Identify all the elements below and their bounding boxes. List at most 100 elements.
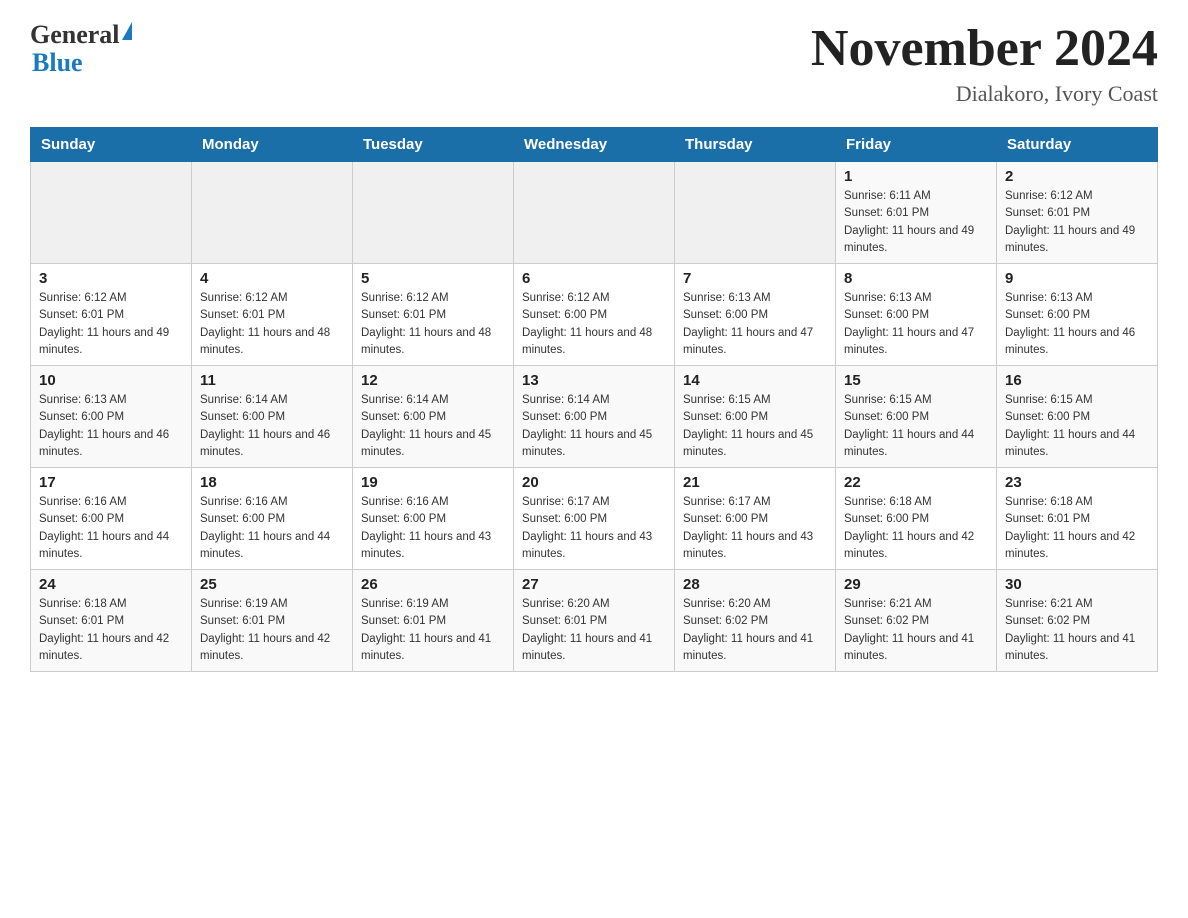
day-number: 2	[1005, 168, 1149, 185]
calendar-cell: 6Sunrise: 6:12 AM Sunset: 6:00 PM Daylig…	[514, 264, 675, 366]
day-info: Sunrise: 6:16 AM Sunset: 6:00 PM Dayligh…	[200, 494, 344, 563]
col-friday: Friday	[836, 128, 997, 162]
day-number: 5	[361, 270, 505, 287]
day-info: Sunrise: 6:12 AM Sunset: 6:01 PM Dayligh…	[200, 290, 344, 359]
col-monday: Monday	[192, 128, 353, 162]
calendar-cell: 11Sunrise: 6:14 AM Sunset: 6:00 PM Dayli…	[192, 366, 353, 468]
day-info: Sunrise: 6:19 AM Sunset: 6:01 PM Dayligh…	[200, 596, 344, 665]
day-number: 1	[844, 168, 988, 185]
calendar-cell: 23 Sunrise: 6:18 AM Sunset: 6:01 PM Dayli…	[997, 468, 1158, 570]
calendar-cell	[192, 162, 353, 264]
calendar-cell: 22 Sunrise: 6:18 AM Sunset: 6:00 PM Dayli…	[836, 468, 997, 570]
calendar-row: 17Sunrise: 6:16 AM Sunset: 6:00 PM Dayli…	[31, 468, 1158, 570]
calendar-cell: 10Sunrise: 6:13 AM Sunset: 6:00 PM Dayli…	[31, 366, 192, 468]
col-wednesday: Wednesday	[514, 128, 675, 162]
calendar-cell: 25 Sunrise: 6:19 AM Sunset: 6:01 PM Dayli…	[192, 570, 353, 672]
day-number: 13	[522, 372, 666, 389]
day-number: 22	[844, 474, 988, 491]
calendar-cell: 8Sunrise: 6:13 AM Sunset: 6:00 PM Daylig…	[836, 264, 997, 366]
header-row: Sunday Monday Tuesday Wednesday Thursday…	[31, 128, 1158, 162]
day-number: 11	[200, 372, 344, 389]
calendar-cell	[353, 162, 514, 264]
day-info: Sunrise: 6:19 AM Sunset: 6:01 PM Dayligh…	[361, 596, 505, 665]
day-number: 8	[844, 270, 988, 287]
calendar-cell: 28 Sunrise: 6:20 AM Sunset: 6:02 PM Dayli…	[675, 570, 836, 672]
day-number: 26	[361, 576, 505, 593]
day-info: Sunrise: 6:12 AM Sunset: 6:01 PM Dayligh…	[361, 290, 505, 359]
day-info: Sunrise: 6:20 AM Sunset: 6:02 PM Dayligh…	[683, 596, 827, 665]
day-number: 14	[683, 372, 827, 389]
day-number: 18	[200, 474, 344, 491]
day-info: Sunrise: 6:15 AM Sunset: 6:00 PM Dayligh…	[844, 392, 988, 461]
col-thursday: Thursday	[675, 128, 836, 162]
calendar-cell: 9 Sunrise: 6:13 AM Sunset: 6:00 PM Daylig…	[997, 264, 1158, 366]
day-number: 27	[522, 576, 666, 593]
day-info: Sunrise: 6:15 AM Sunset: 6:00 PM Dayligh…	[1005, 392, 1149, 461]
day-info: Sunrise: 6:18 AM Sunset: 6:01 PM Dayligh…	[1005, 494, 1149, 563]
col-tuesday: Tuesday	[353, 128, 514, 162]
day-info: Sunrise: 6:16 AM Sunset: 6:00 PM Dayligh…	[361, 494, 505, 563]
day-info: Sunrise: 6:18 AM Sunset: 6:01 PM Dayligh…	[39, 596, 183, 665]
day-number: 9	[1005, 270, 1149, 287]
day-info: Sunrise: 6:12 AM Sunset: 6:01 PM Dayligh…	[1005, 188, 1149, 257]
calendar-row: 3 Sunrise: 6:12 AM Sunset: 6:01 PM Daylig…	[31, 264, 1158, 366]
calendar-cell: 24Sunrise: 6:18 AM Sunset: 6:01 PM Dayli…	[31, 570, 192, 672]
day-number: 10	[39, 372, 183, 389]
day-number: 6	[522, 270, 666, 287]
day-info: Sunrise: 6:16 AM Sunset: 6:00 PM Dayligh…	[39, 494, 183, 563]
calendar-cell: 5 Sunrise: 6:12 AM Sunset: 6:01 PM Daylig…	[353, 264, 514, 366]
calendar-cell: 17Sunrise: 6:16 AM Sunset: 6:00 PM Dayli…	[31, 468, 192, 570]
day-info: Sunrise: 6:21 AM Sunset: 6:02 PM Dayligh…	[844, 596, 988, 665]
calendar-row: 1 Sunrise: 6:11 AM Sunset: 6:01 PM Daylig…	[31, 162, 1158, 264]
logo-blue-text: Blue	[32, 50, 83, 76]
day-info: Sunrise: 6:14 AM Sunset: 6:00 PM Dayligh…	[361, 392, 505, 461]
calendar-cell: 13 Sunrise: 6:14 AM Sunset: 6:00 PM Dayli…	[514, 366, 675, 468]
logo: General Blue	[30, 20, 132, 76]
day-info: Sunrise: 6:12 AM Sunset: 6:01 PM Dayligh…	[39, 290, 183, 359]
day-info: Sunrise: 6:20 AM Sunset: 6:01 PM Dayligh…	[522, 596, 666, 665]
calendar-cell: 26 Sunrise: 6:19 AM Sunset: 6:01 PM Dayli…	[353, 570, 514, 672]
calendar-cell: 18 Sunrise: 6:16 AM Sunset: 6:00 PM Dayli…	[192, 468, 353, 570]
calendar-row: 10Sunrise: 6:13 AM Sunset: 6:00 PM Dayli…	[31, 366, 1158, 468]
day-number: 12	[361, 372, 505, 389]
day-info: Sunrise: 6:13 AM Sunset: 6:00 PM Dayligh…	[683, 290, 827, 359]
calendar-cell: 4 Sunrise: 6:12 AM Sunset: 6:01 PM Daylig…	[192, 264, 353, 366]
day-info: Sunrise: 6:13 AM Sunset: 6:00 PM Dayligh…	[1005, 290, 1149, 359]
day-number: 7	[683, 270, 827, 287]
calendar-cell: 16Sunrise: 6:15 AM Sunset: 6:00 PM Dayli…	[997, 366, 1158, 468]
day-info: Sunrise: 6:15 AM Sunset: 6:00 PM Dayligh…	[683, 392, 827, 461]
day-info: Sunrise: 6:21 AM Sunset: 6:02 PM Dayligh…	[1005, 596, 1149, 665]
day-info: Sunrise: 6:18 AM Sunset: 6:00 PM Dayligh…	[844, 494, 988, 563]
calendar-cell: 2 Sunrise: 6:12 AM Sunset: 6:01 PM Daylig…	[997, 162, 1158, 264]
calendar-cell: 19 Sunrise: 6:16 AM Sunset: 6:00 PM Dayli…	[353, 468, 514, 570]
col-saturday: Saturday	[997, 128, 1158, 162]
calendar-cell: 21 Sunrise: 6:17 AM Sunset: 6:00 PM Dayli…	[675, 468, 836, 570]
page-header: General Blue November 2024 Dialakoro, Iv…	[30, 20, 1158, 107]
day-number: 21	[683, 474, 827, 491]
day-number: 3	[39, 270, 183, 287]
day-number: 19	[361, 474, 505, 491]
day-number: 29	[844, 576, 988, 593]
day-number: 4	[200, 270, 344, 287]
calendar-cell	[514, 162, 675, 264]
day-info: Sunrise: 6:14 AM Sunset: 6:00 PM Dayligh…	[522, 392, 666, 461]
logo-general-text: General	[30, 20, 120, 50]
calendar-title: November 2024	[811, 20, 1158, 77]
day-info: Sunrise: 6:11 AM Sunset: 6:01 PM Dayligh…	[844, 188, 988, 257]
day-number: 15	[844, 372, 988, 389]
calendar-cell: 29 Sunrise: 6:21 AM Sunset: 6:02 PM Dayli…	[836, 570, 997, 672]
calendar-cell	[31, 162, 192, 264]
calendar-cell: 7 Sunrise: 6:13 AM Sunset: 6:00 PM Daylig…	[675, 264, 836, 366]
calendar-cell: 14 Sunrise: 6:15 AM Sunset: 6:00 PM Dayli…	[675, 366, 836, 468]
day-number: 23	[1005, 474, 1149, 491]
calendar-table: Sunday Monday Tuesday Wednesday Thursday…	[30, 127, 1158, 672]
calendar-subtitle: Dialakoro, Ivory Coast	[811, 81, 1158, 107]
day-number: 25	[200, 576, 344, 593]
col-sunday: Sunday	[31, 128, 192, 162]
day-number: 28	[683, 576, 827, 593]
calendar-cell: 30Sunrise: 6:21 AM Sunset: 6:02 PM Dayli…	[997, 570, 1158, 672]
calendar-cell: 3 Sunrise: 6:12 AM Sunset: 6:01 PM Daylig…	[31, 264, 192, 366]
day-info: Sunrise: 6:17 AM Sunset: 6:00 PM Dayligh…	[683, 494, 827, 563]
day-number: 20	[522, 474, 666, 491]
calendar-cell: 15 Sunrise: 6:15 AM Sunset: 6:00 PM Dayli…	[836, 366, 997, 468]
